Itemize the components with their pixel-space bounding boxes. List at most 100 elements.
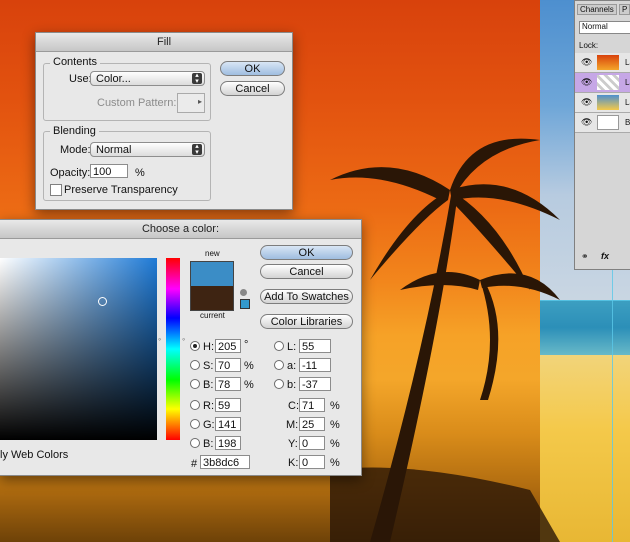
- lab-b-radio[interactable]: [274, 379, 284, 389]
- r-label: R:: [203, 400, 214, 412]
- mode-label: Mode:: [60, 144, 91, 156]
- hue-slider-handle-right[interactable]: ◦: [182, 334, 185, 344]
- layer-row[interactable]: 👁 La: [575, 53, 630, 73]
- guide-line-vertical: [612, 270, 613, 542]
- layer-row[interactable]: 👁 La: [575, 93, 630, 113]
- layer-thumbnail: [597, 95, 619, 110]
- picker-ok-button[interactable]: OK: [260, 245, 353, 260]
- layer-name: La: [625, 78, 630, 87]
- websafe-swatch-icon[interactable]: [240, 299, 250, 309]
- l-field[interactable]: 55: [299, 339, 331, 353]
- k-field[interactable]: 0: [299, 455, 325, 469]
- h-unit: °: [244, 339, 249, 351]
- new-label: new: [205, 249, 220, 258]
- a-field[interactable]: -11: [299, 358, 331, 372]
- preserve-transparency-checkbox[interactable]: [50, 184, 62, 196]
- link-icon[interactable]: ⚭: [581, 251, 589, 262]
- hue-radio[interactable]: [190, 341, 200, 351]
- current-color-swatch[interactable]: [190, 286, 234, 311]
- r-field[interactable]: 59: [215, 398, 241, 412]
- use-select[interactable]: Color... ▴ ▾: [90, 71, 205, 86]
- b-field[interactable]: 78: [215, 377, 241, 391]
- y-field[interactable]: 0: [299, 436, 325, 450]
- blending-label: Blending: [50, 125, 99, 137]
- m-field[interactable]: 25: [299, 417, 325, 431]
- add-to-swatches-button[interactable]: Add To Swatches: [260, 289, 353, 304]
- mode-select[interactable]: Normal ▴ ▾: [90, 142, 205, 157]
- layers-panel: Channels P Normal Lock: 👁 La 👁 La 👁 La 👁…: [574, 0, 630, 270]
- a-label: a:: [287, 360, 297, 372]
- only-web-colors-label[interactable]: ly Web Colors: [0, 449, 68, 461]
- color-picker-title: Choose a color:: [0, 220, 361, 239]
- fx-icon[interactable]: fx: [601, 251, 609, 261]
- c-unit: %: [330, 400, 340, 412]
- hue-slider-handle-left[interactable]: ◦: [158, 334, 161, 344]
- blue-field[interactable]: 198: [215, 436, 241, 450]
- k-unit: %: [330, 457, 340, 469]
- eye-icon[interactable]: 👁: [581, 57, 592, 68]
- red-radio[interactable]: [190, 400, 200, 410]
- new-color-swatch: [190, 261, 234, 287]
- brightness-radio[interactable]: [190, 379, 200, 389]
- layer-row[interactable]: 👁 B: [575, 113, 630, 133]
- select-arrows-icon: ▴ ▾: [192, 72, 202, 85]
- a-radio[interactable]: [274, 360, 284, 370]
- current-label: current: [200, 311, 225, 320]
- g-label: G:: [203, 419, 215, 431]
- layer-thumbnail: [597, 75, 619, 90]
- c-label: C:: [288, 400, 299, 412]
- s-unit: %: [244, 360, 254, 372]
- saturation-radio[interactable]: [190, 360, 200, 370]
- blend-mode-select[interactable]: Normal: [579, 21, 630, 34]
- color-picker-dialog: Choose a color: ◦ ◦ new current OK Cance…: [0, 219, 362, 476]
- eye-icon[interactable]: 👁: [581, 117, 592, 128]
- custom-pattern-picker[interactable]: ▸: [177, 93, 205, 113]
- hex-field[interactable]: 3b8dc6: [200, 455, 250, 469]
- palm-trees-silhouette: [330, 138, 560, 542]
- eye-icon[interactable]: 👁: [581, 97, 592, 108]
- tab-channels[interactable]: Channels: [577, 4, 617, 15]
- y-label: Y:: [288, 438, 298, 450]
- k-label: K:: [288, 457, 299, 469]
- lightness-radio[interactable]: [274, 341, 284, 351]
- y-unit: %: [330, 438, 340, 450]
- m-unit: %: [330, 419, 340, 431]
- custom-pattern-label: Custom Pattern:: [97, 97, 177, 109]
- layer-name: B: [625, 118, 630, 127]
- color-field-cursor: [98, 297, 107, 306]
- green-radio[interactable]: [190, 419, 200, 429]
- color-libraries-button[interactable]: Color Libraries: [260, 314, 353, 329]
- preserve-transparency-label: Preserve Transparency: [64, 184, 178, 196]
- g-field[interactable]: 141: [215, 417, 241, 431]
- hue-slider[interactable]: [166, 258, 180, 440]
- lab-b-label: b:: [287, 379, 297, 391]
- s-field[interactable]: 70: [215, 358, 241, 372]
- h-label: H:: [203, 341, 214, 353]
- gamut-warning-icon[interactable]: [240, 289, 247, 296]
- color-field[interactable]: [0, 258, 157, 440]
- b-unit: %: [244, 379, 254, 391]
- opacity-field[interactable]: 100: [90, 164, 128, 178]
- b-label: B:: [203, 379, 214, 391]
- lab-b-field[interactable]: -37: [299, 377, 331, 391]
- h-field[interactable]: 205: [215, 339, 241, 353]
- mode-value: Normal: [96, 144, 132, 156]
- l-label: L:: [287, 341, 297, 353]
- select-arrows-icon: ▴ ▾: [192, 143, 202, 156]
- fill-cancel-button[interactable]: Cancel: [220, 81, 285, 96]
- eye-icon[interactable]: 👁: [581, 77, 592, 88]
- use-label: Use:: [69, 73, 92, 85]
- panel-tabs: Channels P: [577, 4, 630, 17]
- picker-cancel-button[interactable]: Cancel: [260, 264, 353, 279]
- layer-name: La: [625, 98, 630, 107]
- layer-thumbnail: [597, 115, 619, 130]
- pattern-arrow-icon: ▸: [197, 97, 202, 106]
- fill-ok-button[interactable]: OK: [220, 61, 285, 76]
- m-label: M:: [286, 419, 299, 431]
- opacity-unit: %: [135, 167, 145, 179]
- layer-name: La: [625, 58, 630, 67]
- tab-paths[interactable]: P: [619, 4, 630, 15]
- layer-row[interactable]: 👁 La: [575, 73, 630, 93]
- blue-radio[interactable]: [190, 438, 200, 448]
- c-field[interactable]: 71: [299, 398, 325, 412]
